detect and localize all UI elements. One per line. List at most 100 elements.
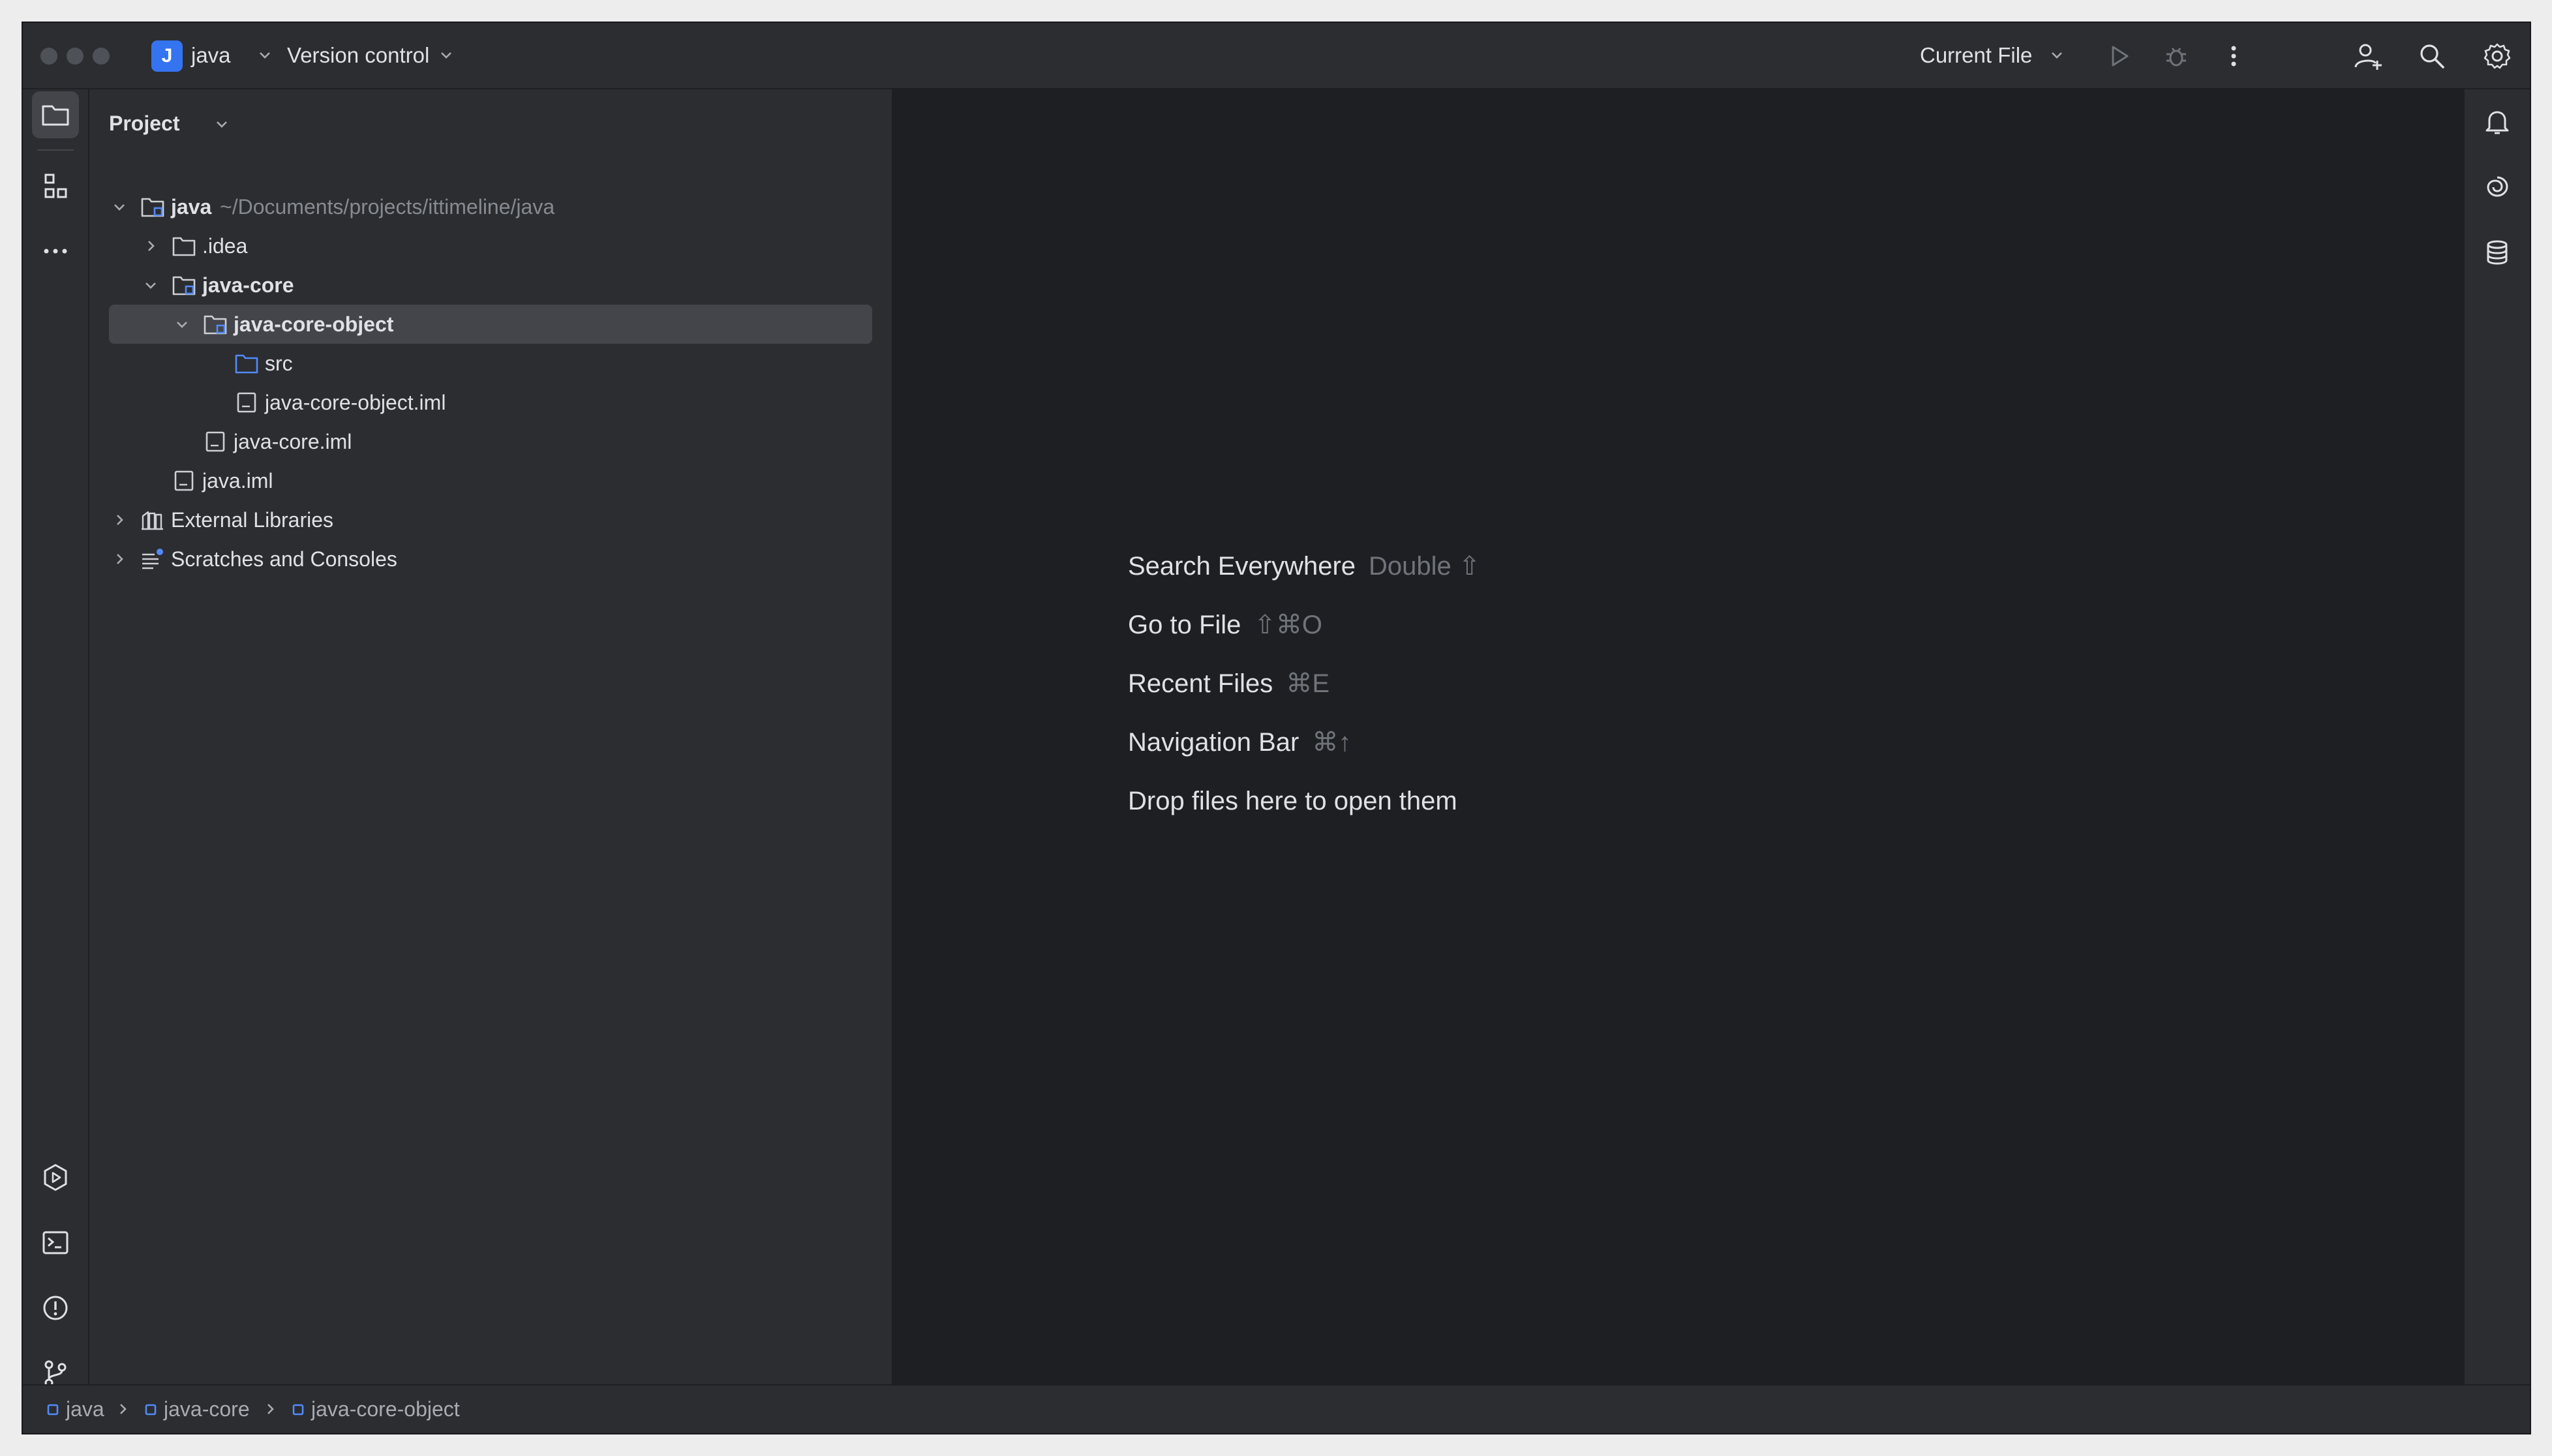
left-tool-stripe	[23, 89, 89, 1388]
tree-item-label: java-core-object.iml	[265, 391, 446, 414]
tree-row-src[interactable]: src	[109, 344, 872, 383]
module-folder-icon	[172, 276, 196, 296]
module-icon	[47, 1404, 59, 1416]
tree-row-idea[interactable]: .idea	[109, 226, 872, 265]
chevron-right-icon[interactable]	[112, 552, 127, 566]
tree-row-java-iml[interactable]: java.iml	[109, 461, 872, 500]
services-tool-button[interactable]	[32, 1154, 79, 1201]
hint-recent-files[interactable]: Recent Files ⌘E	[1128, 664, 1329, 703]
module-folder-icon	[204, 315, 227, 335]
search-icon[interactable]	[2417, 41, 2447, 71]
file-icon	[237, 392, 256, 413]
file-icon	[174, 470, 194, 491]
add-user-icon[interactable]	[2352, 41, 2382, 71]
notifications-tool-button[interactable]	[2474, 99, 2521, 145]
hint-go-to-file[interactable]: Go to File ⇧⌘O	[1128, 605, 1322, 645]
project-name: java	[191, 43, 231, 67]
more-actions-icon[interactable]	[2219, 41, 2249, 71]
editor-empty-state[interactable]: Search Everywhere Double ⇧ Go to File ⇧⌘O …	[893, 89, 2463, 1384]
chevron-down-icon	[217, 121, 227, 128]
run-icon[interactable]	[2104, 41, 2134, 71]
hint-shortcut: ⇧⌘O	[1254, 611, 1323, 639]
project-panel-title: Project	[109, 112, 180, 135]
tree-item-label: java.iml	[202, 469, 273, 493]
hint-action-label: Recent Files	[1128, 669, 1273, 698]
tree-row-java-core-object-iml[interactable]: java-core-object.iml	[109, 383, 872, 422]
hint-action-label: Search Everywhere	[1128, 552, 1356, 581]
chevron-down-icon	[260, 52, 270, 59]
more-horizontal-icon	[44, 249, 67, 254]
file-icon	[205, 431, 225, 452]
chevron-down-icon[interactable]	[112, 200, 127, 214]
tree-item-label: Scratches and Consoles	[171, 547, 397, 571]
scratches-icon	[142, 549, 163, 569]
hint-shortcut: Double ⇧	[1369, 552, 1481, 581]
module-icon	[145, 1404, 157, 1416]
minimize-window-button[interactable]	[67, 48, 84, 65]
problems-icon	[43, 1296, 68, 1320]
folder-icon	[172, 237, 196, 256]
tree-item-label: src	[265, 352, 293, 375]
bell-icon	[2485, 111, 2509, 134]
project-tool-button[interactable]	[32, 91, 79, 138]
status-bar: java java-core java-core-object	[23, 1384, 2530, 1433]
ai-assistant-icon	[2487, 176, 2508, 197]
debug-icon[interactable]	[2161, 41, 2191, 71]
terminal-icon	[42, 1231, 68, 1254]
terminal-tool-button[interactable]	[32, 1219, 79, 1266]
hint-action-label: Navigation Bar	[1128, 728, 1299, 757]
tree-row-java-core-object[interactable]: java-core-object	[109, 305, 872, 344]
hint-action-label: Go to File	[1128, 611, 1241, 639]
project-badge: J	[151, 40, 183, 72]
chevron-down-icon	[2052, 52, 2062, 59]
settings-gear-icon[interactable]	[2482, 41, 2512, 71]
right-tool-stripe	[2463, 89, 2530, 1384]
tree-row-java[interactable]: java ~/Documents/projects/ittimeline/jav…	[109, 187, 872, 226]
more-tool-windows-button[interactable]	[32, 228, 79, 275]
source-folder-icon	[235, 354, 258, 374]
tree-row-scratches-and-consoles[interactable]: Scratches and Consoles	[109, 539, 872, 579]
chevron-right-icon	[267, 1404, 274, 1414]
version-control-label: Version control	[287, 43, 430, 67]
module-folder-icon	[141, 198, 164, 217]
tree-row-java-core-iml[interactable]: java-core.iml	[109, 422, 872, 461]
library-icon	[142, 511, 163, 530]
folder-icon	[42, 105, 69, 126]
hint-shortcut: ⌘E	[1286, 669, 1329, 698]
tree-item-label: java	[171, 195, 212, 219]
chevron-right-icon[interactable]	[112, 513, 127, 527]
hint-drop-files: Drop files here to open them	[1128, 781, 1457, 821]
ai-assistant-tool-button[interactable]	[2474, 164, 2521, 211]
structure-tool-button[interactable]	[32, 162, 79, 209]
problems-tool-button[interactable]	[32, 1284, 79, 1331]
breadcrumb-java-core-object[interactable]: java-core-object	[311, 1386, 460, 1433]
tree-row-java-core[interactable]: java-core	[109, 265, 872, 305]
title-bar: J java Version control Current File	[23, 23, 2530, 89]
database-icon	[2487, 240, 2508, 265]
breadcrumb-java-core[interactable]: java-core	[164, 1386, 250, 1433]
tree-item-label: java-core	[202, 273, 294, 297]
project-tool-window: Project java ~/Documents/projects/ittime…	[89, 89, 893, 1384]
zoom-window-button[interactable]	[93, 48, 110, 65]
structure-icon	[44, 174, 67, 198]
ide-window: J java Version control Current File Proj…	[23, 23, 2530, 1433]
tree-item-label: External Libraries	[171, 508, 333, 532]
chevron-right-icon[interactable]	[144, 239, 158, 253]
chevron-right-icon	[120, 1404, 127, 1414]
tree-item-label: java-core-object	[234, 312, 394, 336]
hint-shortcut: ⌘↑	[1312, 728, 1352, 757]
chevron-down-icon[interactable]	[144, 278, 158, 292]
chevron-down-icon	[441, 52, 451, 59]
run-config-label: Current File	[1920, 43, 2033, 67]
database-tool-button[interactable]	[2474, 229, 2521, 276]
services-icon	[44, 1164, 67, 1191]
stripe-separator	[37, 149, 74, 151]
close-window-button[interactable]	[40, 48, 57, 65]
hint-navigation-bar[interactable]: Navigation Bar ⌘↑	[1128, 723, 1351, 762]
tree-row-external-libraries[interactable]: External Libraries	[109, 500, 872, 539]
breadcrumb-java[interactable]: java	[66, 1386, 104, 1433]
hint-search-everywhere[interactable]: Search Everywhere Double ⇧	[1128, 547, 1480, 586]
module-icon	[292, 1404, 304, 1416]
chevron-down-icon[interactable]	[175, 317, 189, 331]
tree-item-label: .idea	[202, 234, 248, 258]
